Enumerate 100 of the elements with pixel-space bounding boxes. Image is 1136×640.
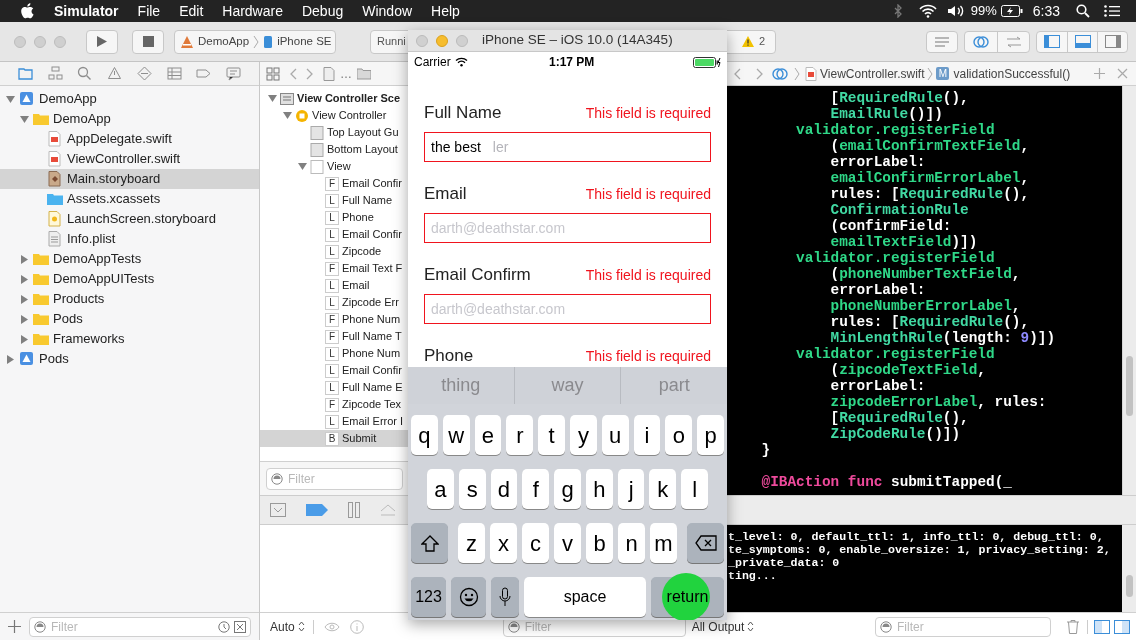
field-label: Phone [424, 345, 474, 368]
element-badge: L [325, 227, 339, 242]
code-line: validator.registerField [795, 122, 996, 138]
file-breadcrumb[interactable]: ViewController.swift [820, 64, 925, 83]
keyboard-key[interactable]: y [570, 415, 597, 455]
keyboard-key[interactable]: t [538, 415, 565, 455]
outline-item[interactable]: F Zipcode Tex [260, 396, 409, 413]
console-line: ting... [728, 569, 778, 582]
error-message: This field is required [585, 346, 711, 366]
outline-item[interactable]: L Email Confir [260, 362, 409, 379]
keyboard-key[interactable]: w [442, 415, 470, 455]
outline-item[interactable]: F Phone Num [260, 311, 409, 328]
keyboard-key[interactable]: g [554, 469, 581, 509]
element-badge: L [325, 380, 339, 395]
outline-item[interactable]: F Email Confir [260, 175, 409, 192]
outline-item[interactable]: L Email [260, 277, 409, 294]
keyboard-key[interactable]: v [554, 523, 581, 563]
outline-item[interactable]: L Phone Num [260, 345, 409, 362]
app-menu[interactable]: Simulator [54, 0, 119, 22]
outline-item[interactable]: Bottom Layout [260, 141, 409, 158]
navigator-item[interactable]: DemoApp [0, 109, 259, 129]
outline-item[interactable]: Top Layout Gu [260, 124, 409, 141]
menu-item[interactable]: Hardware [222, 0, 283, 22]
keyboard-key[interactable]: r [506, 415, 534, 455]
output-selector[interactable]: All Output [691, 617, 755, 636]
outline-item[interactable]: L Email Confir [260, 226, 409, 243]
text-field[interactable]: the best ler [424, 132, 711, 162]
outline-item[interactable]: L Zipcode [260, 243, 409, 260]
keyboard-key[interactable]: n [618, 523, 645, 563]
outline-item[interactable]: View Controller [260, 107, 409, 124]
scheme-selector[interactable]: DemoApp iPhone SE [174, 29, 336, 54]
keyboard-key[interactable]: u [601, 415, 629, 455]
navigator-item[interactable]: AppDelegate.swift [0, 129, 259, 149]
space-key[interactable]: space [524, 577, 646, 617]
outline-item[interactable]: View [260, 158, 409, 175]
navigator-item[interactable]: Pods [0, 309, 259, 329]
breadcrumb-ellipsis[interactable]: … [340, 64, 352, 83]
keyboard-key[interactable]: a [427, 469, 454, 509]
element-badge: B [325, 431, 339, 446]
scope-selector[interactable]: Auto [270, 617, 305, 636]
keyboard-key[interactable]: o [665, 415, 693, 455]
navigator-item[interactable]: DemoApp [0, 89, 259, 109]
keyboard-key[interactable]: f [522, 469, 550, 509]
element-badge: L [325, 414, 339, 429]
outline-item[interactable]: F Full Name T [260, 328, 409, 345]
code-line: emailConfirmErrorLabel, [829, 170, 1031, 186]
numbers-key[interactable]: 123 [411, 577, 446, 617]
navigator-item[interactable]: Products [0, 289, 259, 309]
menu-clock[interactable]: 6:33 [1032, 0, 1060, 22]
outline-item[interactable]: L Phone [260, 209, 409, 226]
navigator-item[interactable]: DemoAppUITests [0, 269, 259, 289]
menu-item[interactable]: Window [362, 0, 413, 22]
keyboard-key[interactable]: x [490, 523, 517, 563]
outline-item[interactable]: View Controller Sce [260, 90, 409, 107]
outline-item[interactable]: L Full Name E [260, 379, 409, 396]
navigator-item[interactable]: Frameworks [0, 329, 259, 349]
keyboard-key[interactable]: b [586, 523, 613, 563]
keyboard-key[interactable]: c [522, 523, 549, 563]
outline-item[interactable]: L Zipcode Err [260, 294, 409, 311]
keyboard-key[interactable]: m [650, 523, 677, 563]
keyboard-key[interactable]: l [681, 469, 709, 509]
keyboard-key[interactable]: k [649, 469, 677, 509]
outline-item[interactable]: F Email Text F [260, 260, 409, 277]
keyboard-key[interactable]: z [458, 523, 485, 563]
navigator-item[interactable]: Info.plist [0, 229, 259, 249]
navigator-item[interactable]: Main.storyboard [0, 169, 259, 189]
menu-item[interactable]: Edit [179, 0, 204, 22]
code-line: errorLabel: [829, 282, 927, 298]
field-label: Email Confirm [424, 264, 531, 287]
symbol-breadcrumb[interactable]: validationSuccessful() [953, 64, 1071, 83]
navigator-item[interactable]: DemoAppTests [0, 249, 259, 269]
menu-item[interactable]: File [137, 0, 161, 22]
console[interactable]: t_level: 0, default_ttl: 1, info_ttl: 0, debug_ttl: 0, te_symptoms: 0, enable_oversize: 1, privacy_setting: 2, _private_data: 0 ting... [727, 525, 1136, 612]
navigator-item[interactable]: LaunchScreen.storyboard [0, 209, 259, 229]
code-line: zipcodeErrorLabel, rules: [829, 394, 1048, 410]
menu-item[interactable]: Debug [301, 0, 344, 22]
keyboard-key[interactable]: j [617, 469, 645, 509]
console-line: _private_data: 0 [728, 556, 841, 569]
keyboard-key[interactable]: s [458, 469, 486, 509]
outline-item[interactable]: L Full Name [260, 192, 409, 209]
element-badge: F [325, 312, 339, 327]
code-line: validator.registerField [795, 346, 996, 362]
navigator-item[interactable]: Assets.xcassets [0, 189, 259, 209]
code-line: ConfirmationRule [829, 202, 970, 218]
keyboard-key[interactable]: q [411, 415, 438, 455]
menu-item[interactable]: Help [431, 0, 460, 22]
keyboard-key[interactable]: p [697, 415, 724, 455]
keyboard-key[interactable]: h [585, 469, 613, 509]
keyboard-key[interactable]: d [490, 469, 518, 509]
navigator-item[interactable]: Pods [0, 349, 259, 369]
code-line: [RequiredRule(), [829, 90, 970, 106]
console-line: t_level: 0, default_ttl: 1, info_ttl: 0, debug_ttl: 0, [728, 530, 1105, 543]
code-line: errorLabel: [829, 154, 927, 170]
outline-item[interactable]: L Email Error I [260, 413, 409, 430]
carrier-label: Carrier [414, 54, 451, 71]
keyboard-key[interactable]: e [474, 415, 502, 455]
keyboard-key[interactable]: i [633, 415, 661, 455]
outline-item[interactable]: B Submit [260, 430, 409, 447]
code-line: ZipCodeRule()]) [829, 426, 962, 442]
navigator-item[interactable]: ViewController.swift [0, 149, 259, 169]
